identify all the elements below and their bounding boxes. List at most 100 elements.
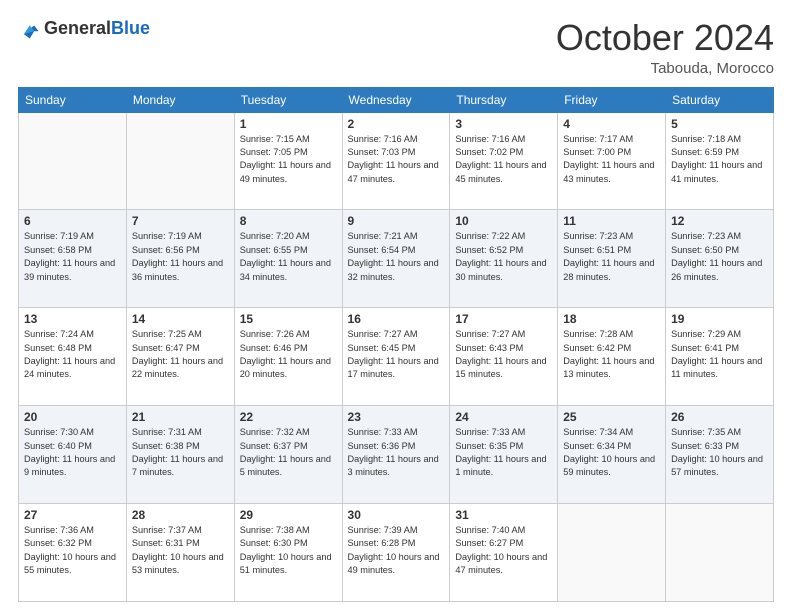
table-row: 21 Sunrise: 7:31 AM Sunset: 6:38 PM Dayli… [126,406,234,504]
header-friday: Friday [558,87,666,112]
cell-info: Sunrise: 7:33 AM Sunset: 6:35 PM Dayligh… [455,426,552,479]
day-number: 31 [455,508,552,522]
cell-info: Sunrise: 7:27 AM Sunset: 6:43 PM Dayligh… [455,328,552,381]
day-number: 1 [240,117,337,131]
table-row: 22 Sunrise: 7:32 AM Sunset: 6:37 PM Dayli… [234,406,342,504]
table-row: 3Sunrise: 7:16 AM Sunset: 7:02 PM Daylig… [450,112,558,210]
table-row [666,504,774,602]
cell-info: Sunrise: 7:19 AM Sunset: 6:58 PM Dayligh… [24,230,121,283]
cell-info: Sunrise: 7:22 AM Sunset: 6:52 PM Dayligh… [455,230,552,283]
day-number: 29 [240,508,337,522]
table-row: 10 Sunrise: 7:22 AM Sunset: 6:52 PM Dayli… [450,210,558,308]
month-title: October 2024 [556,18,774,58]
table-row: 30 Sunrise: 7:39 AM Sunset: 6:28 PM Dayli… [342,504,450,602]
table-row: 18Sunrise: 7:28 AM Sunset: 6:42 PM Dayli… [558,308,666,406]
table-row: 20Sunrise: 7:30 AM Sunset: 6:40 PM Dayli… [19,406,127,504]
calendar-table: Sunday Monday Tuesday Wednesday Thursday… [18,87,774,602]
day-number: 16 [348,312,445,326]
day-number: 8 [240,214,337,228]
table-row: 24 Sunrise: 7:33 AM Sunset: 6:35 PM Dayli… [450,406,558,504]
day-number: 14 [132,312,229,326]
day-number: 23 [348,410,445,424]
cell-info: Sunrise: 7:26 AM Sunset: 6:46 PM Dayligh… [240,328,337,381]
table-row: 6 Sunrise: 7:19 AM Sunset: 6:58 PM Daylig… [19,210,127,308]
table-row [126,112,234,210]
cell-info: Sunrise: 7:19 AM Sunset: 6:56 PM Dayligh… [132,230,229,283]
table-row: 14 Sunrise: 7:25 AM Sunset: 6:47 PM Dayli… [126,308,234,406]
day-number: 15 [240,312,337,326]
cell-info: Sunrise: 7:15 AM Sunset: 7:05 PM Dayligh… [240,133,337,186]
table-row: 17 Sunrise: 7:27 AM Sunset: 6:43 PM Dayli… [450,308,558,406]
table-row: 1 Sunrise: 7:15 AM Sunset: 7:05 PM Daylig… [234,112,342,210]
day-number: 27 [24,508,121,522]
cell-info: Sunrise: 7:16 AM Sunset: 7:02 PM Dayligh… [455,133,552,186]
cell-info: Sunrise: 7:23 AM Sunset: 6:50 PM Dayligh… [671,230,768,283]
cell-info: Sunrise: 7:18 AM Sunset: 6:59 PM Dayligh… [671,133,768,186]
table-row: 12 Sunrise: 7:23 AM Sunset: 6:50 PM Dayli… [666,210,774,308]
table-row: 19 Sunrise: 7:29 AM Sunset: 6:41 PM Dayli… [666,308,774,406]
cell-info: Sunrise: 7:40 AM Sunset: 6:27 PM Dayligh… [455,524,552,577]
day-number: 5 [671,117,768,131]
day-number: 22 [240,410,337,424]
cell-info: Sunrise: 7:35 AM Sunset: 6:33 PM Dayligh… [671,426,768,479]
day-number: 25 [563,410,660,424]
header-tuesday: Tuesday [234,87,342,112]
cell-info: Sunrise: 7:38 AM Sunset: 6:30 PM Dayligh… [240,524,337,577]
cell-info: Sunrise: 7:32 AM Sunset: 6:37 PM Dayligh… [240,426,337,479]
day-number: 21 [132,410,229,424]
cell-info: Sunrise: 7:27 AM Sunset: 6:45 PM Dayligh… [348,328,445,381]
day-number: 30 [348,508,445,522]
header-sunday: Sunday [19,87,127,112]
logo-text-general: General [44,18,111,38]
day-number: 11 [563,214,660,228]
title-block: October 2024 Tabouda, Morocco [556,18,774,77]
day-number: 19 [671,312,768,326]
cell-info: Sunrise: 7:28 AM Sunset: 6:42 PM Dayligh… [563,328,660,381]
table-row: 27 Sunrise: 7:36 AM Sunset: 6:32 PM Dayli… [19,504,127,602]
day-number: 6 [24,214,121,228]
cell-info: Sunrise: 7:16 AM Sunset: 7:03 PM Dayligh… [348,133,445,186]
table-row: 7 Sunrise: 7:19 AM Sunset: 6:56 PM Daylig… [126,210,234,308]
page-header: GeneralBlue October 2024 Tabouda, Morocc… [18,18,774,77]
day-number: 12 [671,214,768,228]
table-row: 11 Sunrise: 7:23 AM Sunset: 6:51 PM Dayli… [558,210,666,308]
days-header-row: Sunday Monday Tuesday Wednesday Thursday… [19,87,774,112]
day-number: 9 [348,214,445,228]
header-monday: Monday [126,87,234,112]
cell-info: Sunrise: 7:37 AM Sunset: 6:31 PM Dayligh… [132,524,229,577]
table-row: 26Sunrise: 7:35 AM Sunset: 6:33 PM Dayli… [666,406,774,504]
day-number: 13 [24,312,121,326]
day-number: 17 [455,312,552,326]
header-saturday: Saturday [666,87,774,112]
table-row: 9Sunrise: 7:21 AM Sunset: 6:54 PM Daylig… [342,210,450,308]
table-row: 29 Sunrise: 7:38 AM Sunset: 6:30 PM Dayli… [234,504,342,602]
table-row: 31 Sunrise: 7:40 AM Sunset: 6:27 PM Dayli… [450,504,558,602]
calendar-week-row: 20Sunrise: 7:30 AM Sunset: 6:40 PM Dayli… [19,406,774,504]
location-title: Tabouda, Morocco [556,60,774,77]
table-row: 8 Sunrise: 7:20 AM Sunset: 6:55 PM Daylig… [234,210,342,308]
table-row: 2Sunrise: 7:16 AM Sunset: 7:03 PM Daylig… [342,112,450,210]
day-number: 10 [455,214,552,228]
cell-info: Sunrise: 7:30 AM Sunset: 6:40 PM Dayligh… [24,426,121,479]
cell-info: Sunrise: 7:20 AM Sunset: 6:55 PM Dayligh… [240,230,337,283]
table-row: 13Sunrise: 7:24 AM Sunset: 6:48 PM Dayli… [19,308,127,406]
cell-info: Sunrise: 7:34 AM Sunset: 6:34 PM Dayligh… [563,426,660,479]
cell-info: Sunrise: 7:23 AM Sunset: 6:51 PM Dayligh… [563,230,660,283]
cell-info: Sunrise: 7:36 AM Sunset: 6:32 PM Dayligh… [24,524,121,577]
cell-info: Sunrise: 7:39 AM Sunset: 6:28 PM Dayligh… [348,524,445,577]
header-wednesday: Wednesday [342,87,450,112]
cell-info: Sunrise: 7:25 AM Sunset: 6:47 PM Dayligh… [132,328,229,381]
cell-info: Sunrise: 7:17 AM Sunset: 7:00 PM Dayligh… [563,133,660,186]
day-number: 28 [132,508,229,522]
logo-icon [18,18,40,40]
cell-info: Sunrise: 7:29 AM Sunset: 6:41 PM Dayligh… [671,328,768,381]
cell-info: Sunrise: 7:31 AM Sunset: 6:38 PM Dayligh… [132,426,229,479]
calendar-week-row: 27 Sunrise: 7:36 AM Sunset: 6:32 PM Dayli… [19,504,774,602]
day-number: 4 [563,117,660,131]
day-number: 24 [455,410,552,424]
day-number: 7 [132,214,229,228]
calendar-week-row: 1 Sunrise: 7:15 AM Sunset: 7:05 PM Daylig… [19,112,774,210]
table-row: 4 Sunrise: 7:17 AM Sunset: 7:00 PM Daylig… [558,112,666,210]
header-thursday: Thursday [450,87,558,112]
cell-info: Sunrise: 7:33 AM Sunset: 6:36 PM Dayligh… [348,426,445,479]
